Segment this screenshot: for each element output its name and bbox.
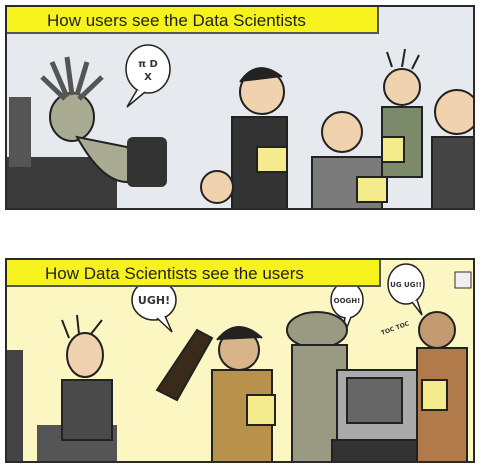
- speech-bubble-formula: π D: [138, 59, 158, 70]
- cartoonist-logo: [454, 271, 472, 289]
- comic-art-bottom: UGH! OOGH! UG UG!! TOC TOC: [7, 263, 472, 461]
- speech-bubble-oogh: OOGH!: [334, 297, 361, 305]
- comic-panel-users-view: π D X How users see the Data Scientists: [5, 5, 475, 210]
- sound-effect-toc: TOC TOC: [380, 320, 410, 337]
- comic-panel-data-scientists-view: UGH! OOGH! UG UG!! TOC TOC How Data Scie…: [5, 258, 475, 463]
- speech-bubble-formula-denominator: X: [144, 72, 152, 83]
- panel-caption: How Data Scientists see the users: [7, 260, 381, 287]
- speech-bubble-ugh: UGH!: [138, 294, 170, 307]
- comic-art-top: π D X: [7, 44, 473, 208]
- speech-bubble-ug-ug: UG UG!!: [390, 281, 422, 289]
- panel-caption: How users see the Data Scientists: [7, 7, 379, 34]
